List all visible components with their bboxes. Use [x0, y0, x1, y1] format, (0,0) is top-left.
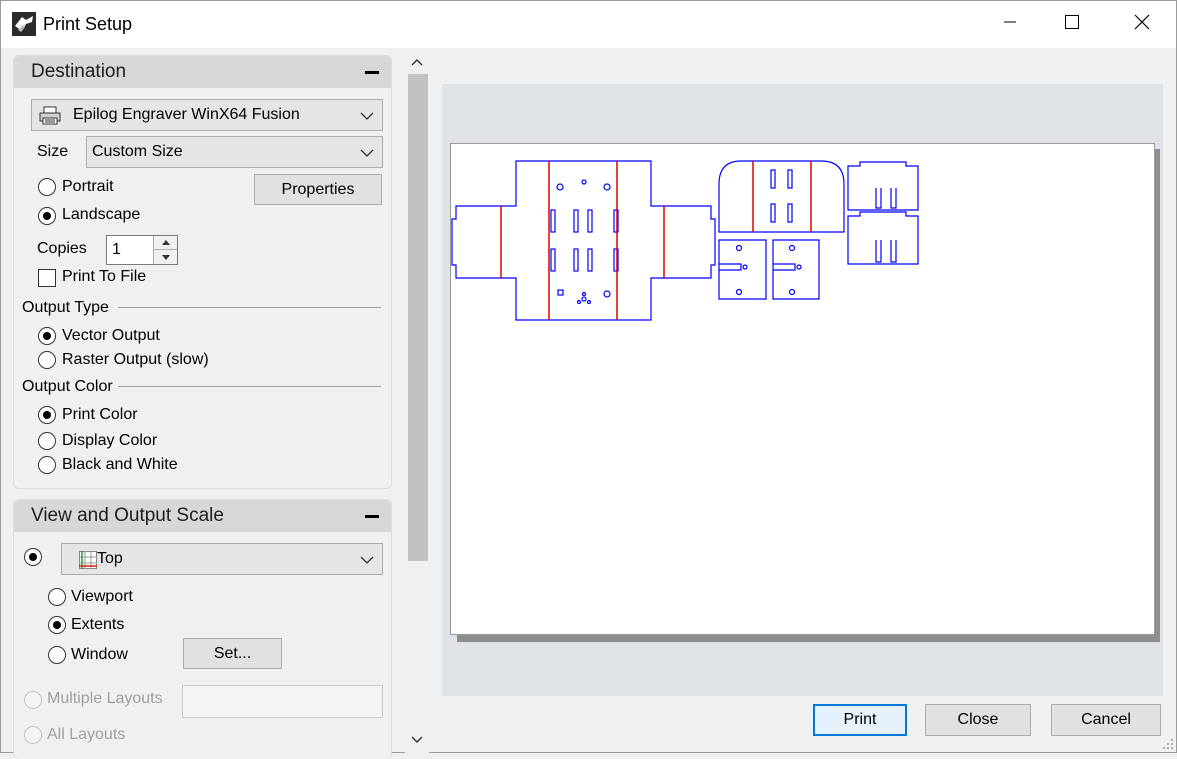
maximize-icon [1064, 14, 1080, 35]
viewport-grid-icon [79, 551, 97, 574]
collapse-icon[interactable] [365, 515, 379, 518]
destination-header[interactable]: Destination [14, 56, 391, 88]
collapse-icon[interactable] [365, 71, 379, 74]
title-bar: Print Setup [1, 1, 1176, 48]
cancel-label: Cancel [1081, 711, 1131, 728]
copies-decrement[interactable] [154, 250, 177, 264]
viewport-label: Viewport [71, 588, 133, 605]
destination-title: Destination [31, 61, 127, 82]
black-white-label: Black and White [62, 456, 178, 473]
multiple-layouts-label: Multiple Layouts [47, 690, 163, 707]
size-label: Size [37, 143, 69, 160]
copies-label: Copies [37, 240, 87, 257]
raster-output-label: Raster Output (slow) [62, 351, 209, 368]
landscape-radio[interactable] [38, 207, 56, 225]
copies-increment[interactable] [154, 236, 177, 250]
size-select[interactable]: Custom Size [86, 136, 383, 168]
output-color-label: Output Color [22, 378, 113, 395]
extents-label: Extents [71, 616, 125, 633]
printer-select[interactable]: Epilog Engraver WinX64 Fusion [31, 99, 383, 131]
close-label: Close [957, 711, 999, 728]
properties-label: Properties [281, 180, 355, 198]
printer-value: Epilog Engraver WinX64 Fusion [73, 106, 300, 123]
set-label: Set... [213, 644, 252, 662]
print-label: Print [843, 711, 877, 728]
print-button[interactable]: Print [813, 704, 907, 736]
window-title: Print Setup [43, 14, 133, 34]
copies-spin-buttons [153, 236, 177, 264]
multiple-layouts-radio[interactable] [24, 691, 42, 709]
raster-output-radio[interactable] [38, 351, 56, 369]
print-to-file-checkbox[interactable] [38, 269, 56, 287]
scroll-thumb[interactable] [408, 74, 428, 561]
chevron-down-icon [161, 254, 170, 260]
print-color-label: Print Color [62, 406, 138, 423]
scroll-up-icon[interactable] [409, 54, 425, 70]
minimize-icon [1003, 15, 1017, 34]
set-button[interactable]: Set... [183, 638, 282, 669]
copies-value: 1 [112, 241, 121, 258]
view-scale-panel: View and Output Scale [13, 499, 392, 759]
preview-paper [450, 143, 1155, 635]
view-scale-title: View and Output Scale [31, 505, 224, 526]
printer-icon [39, 106, 61, 131]
view-radio[interactable] [24, 548, 42, 566]
viewport-radio[interactable] [48, 588, 66, 606]
output-type-divider [118, 307, 381, 308]
window-radio[interactable] [48, 646, 66, 664]
copies-stepper[interactable]: 1 [106, 235, 178, 265]
output-color-divider [118, 386, 381, 387]
display-color-radio[interactable] [38, 432, 56, 450]
preview-drawing [451, 160, 919, 321]
all-layouts-label: All Layouts [47, 726, 126, 743]
print-color-radio[interactable] [38, 406, 56, 424]
chevron-up-icon [161, 240, 170, 245]
minimize-button[interactable] [987, 1, 1033, 48]
multiple-layouts-input[interactable] [182, 685, 383, 718]
vector-output-radio[interactable] [38, 327, 56, 345]
chevron-down-icon [360, 146, 374, 160]
black-white-radio[interactable] [38, 456, 56, 474]
chevron-down-icon [360, 109, 374, 123]
display-color-label: Display Color [62, 432, 158, 449]
chevron-down-icon [360, 553, 374, 567]
landscape-label: Landscape [62, 206, 141, 223]
window-label: Window [71, 646, 128, 663]
print-to-file-label: Print To File [62, 268, 147, 285]
vector-output-label: Vector Output [62, 327, 160, 344]
close-button[interactable]: Close [925, 704, 1031, 736]
panel-scrollbar[interactable] [405, 48, 429, 754]
extents-radio[interactable] [48, 616, 66, 634]
close-icon [1134, 14, 1150, 35]
view-select[interactable]: Top [61, 543, 383, 575]
size-value: Custom Size [92, 143, 183, 160]
view-value: Top [97, 550, 123, 567]
close-window-button[interactable] [1119, 1, 1165, 48]
portrait-label: Portrait [62, 178, 114, 195]
scroll-down-icon[interactable] [409, 732, 425, 748]
app-icon [12, 12, 36, 36]
cancel-button[interactable]: Cancel [1051, 704, 1161, 736]
maximize-button[interactable] [1049, 1, 1095, 48]
all-layouts-radio[interactable] [24, 726, 42, 744]
portrait-radio[interactable] [38, 178, 56, 196]
view-scale-header[interactable]: View and Output Scale [14, 500, 391, 532]
properties-button[interactable]: Properties [254, 174, 382, 205]
resize-grip-icon[interactable] [1160, 736, 1174, 750]
print-setup-window: Print Setup Destination Epilog Engraver … [0, 0, 1177, 759]
output-type-label: Output Type [22, 299, 109, 316]
